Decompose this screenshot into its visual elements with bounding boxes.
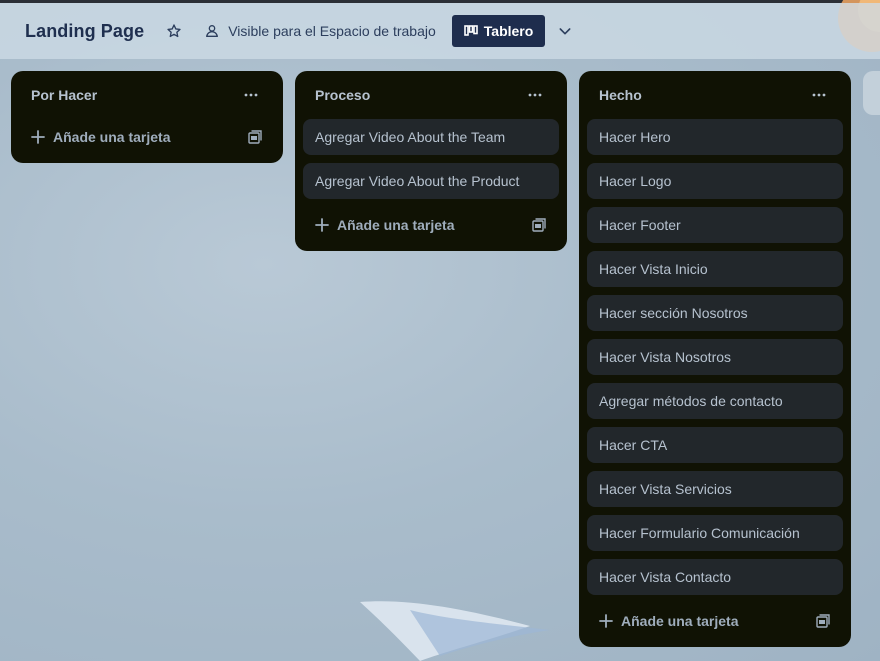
list-menu-button[interactable] — [523, 83, 547, 107]
card[interactable]: Hacer Logo — [587, 163, 843, 199]
add-card-row: Añade una tarjeta — [19, 119, 275, 155]
board-icon — [463, 25, 478, 36]
board-title[interactable]: Landing Page — [25, 21, 144, 42]
add-card-row: Añade una tarjeta — [303, 207, 559, 243]
visibility-button[interactable]: Visible para el Espacio de trabajo — [200, 15, 440, 47]
card[interactable]: Agregar Video About the Team — [303, 119, 559, 155]
plus-icon — [599, 614, 613, 628]
board-view-label: Tablero — [483, 23, 534, 39]
card[interactable]: Hacer Footer — [587, 207, 843, 243]
more-icon — [528, 93, 542, 97]
card[interactable]: Hacer Vista Inicio — [587, 251, 843, 287]
card-list: Agregar Video About the Team Agregar Vid… — [303, 119, 559, 199]
template-icon — [248, 130, 262, 144]
plus-icon — [315, 218, 329, 232]
card[interactable]: Agregar métodos de contacto — [587, 383, 843, 419]
create-from-template-button[interactable] — [527, 213, 551, 237]
add-list-button[interactable] — [863, 71, 880, 115]
card[interactable]: Hacer Vista Contacto — [587, 559, 843, 595]
board-header: Landing Page Visible para el Espacio de … — [0, 3, 880, 59]
list-proceso: Proceso Agregar Video About the Team Agr… — [295, 71, 567, 251]
list-title[interactable]: Proceso — [315, 87, 370, 103]
card-list: Hacer Hero Hacer Logo Hacer Footer Hacer… — [587, 119, 843, 595]
add-card-label: Añade una tarjeta — [337, 217, 455, 233]
list-header: Por Hacer — [19, 71, 275, 119]
add-card-button[interactable]: Añade una tarjeta — [315, 217, 454, 233]
list-title[interactable]: Hecho — [599, 87, 642, 103]
add-card-row: Añade una tarjeta — [587, 603, 843, 639]
card[interactable]: Hacer Vista Servicios — [587, 471, 843, 507]
card[interactable]: Hacer Formulario Comunicación — [587, 515, 843, 551]
view-switcher-button[interactable] — [551, 17, 579, 45]
create-from-template-button[interactable] — [243, 125, 267, 149]
list-title[interactable]: Por Hacer — [31, 87, 97, 103]
plus-icon — [31, 130, 45, 144]
add-card-label: Añade una tarjeta — [621, 613, 739, 629]
star-button[interactable] — [160, 17, 188, 45]
more-icon — [244, 93, 258, 97]
card[interactable]: Hacer sección Nosotros — [587, 295, 843, 331]
template-icon — [816, 614, 830, 628]
chevron-down-icon — [559, 28, 571, 35]
more-icon — [812, 93, 826, 97]
background-petal-decoration — [360, 601, 550, 661]
card[interactable]: Hacer Hero — [587, 119, 843, 155]
visibility-label: Visible para el Espacio de trabajo — [228, 23, 436, 39]
people-icon — [206, 25, 219, 37]
list-menu-button[interactable] — [807, 83, 831, 107]
list-menu-button[interactable] — [239, 83, 263, 107]
board-view-button[interactable]: Tablero — [451, 15, 546, 47]
star-icon — [167, 24, 181, 38]
list-hecho: Hecho Hacer Hero Hacer Logo Hacer Footer… — [579, 71, 851, 647]
list-por-hacer: Por Hacer Añade una tarjeta — [11, 71, 283, 163]
card[interactable]: Agregar Video About the Product — [303, 163, 559, 199]
create-from-template-button[interactable] — [811, 609, 835, 633]
list-header: Hecho — [587, 71, 843, 119]
card[interactable]: Hacer Vista Nosotros — [587, 339, 843, 375]
add-card-button[interactable]: Añade una tarjeta — [31, 129, 170, 145]
template-icon — [532, 218, 546, 232]
add-card-button[interactable]: Añade una tarjeta — [599, 613, 738, 629]
card[interactable]: Hacer CTA — [587, 427, 843, 463]
add-card-label: Añade una tarjeta — [53, 129, 171, 145]
list-header: Proceso — [303, 71, 559, 119]
